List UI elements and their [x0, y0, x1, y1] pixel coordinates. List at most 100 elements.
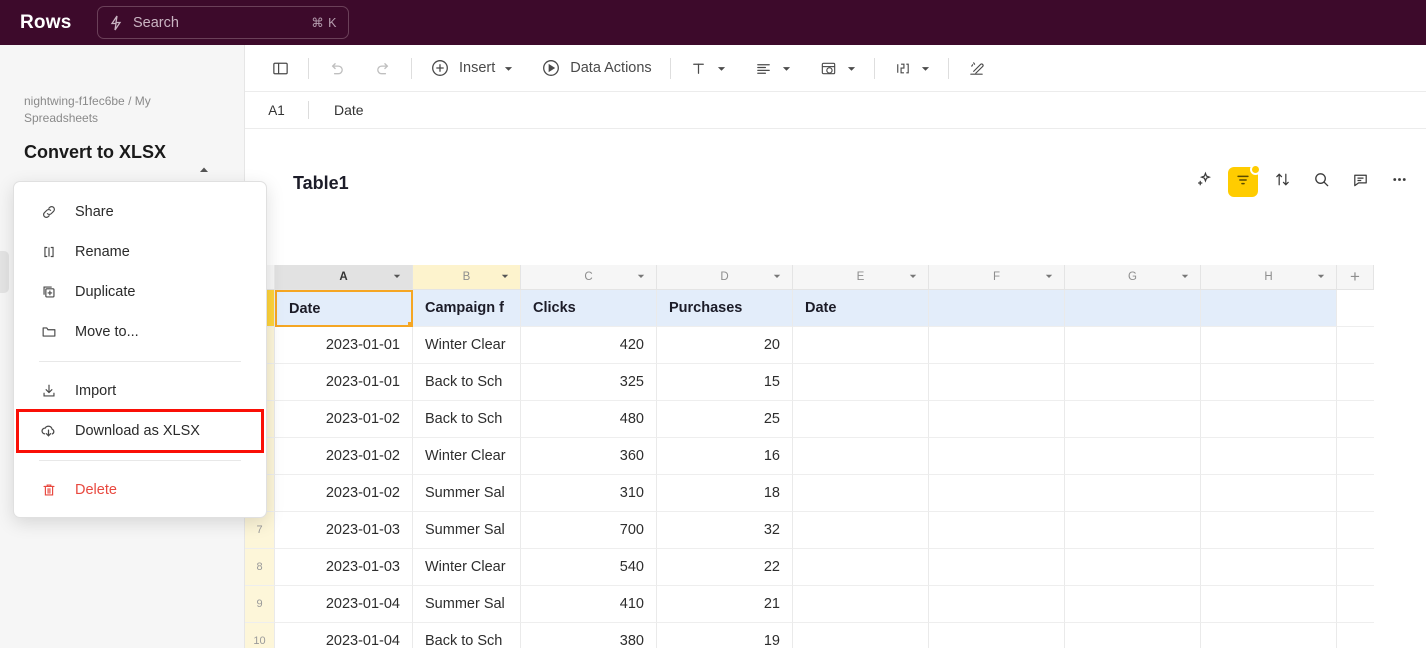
global-search-box[interactable]: Search ⌘ K	[97, 6, 349, 39]
data-cell[interactable]: 380	[521, 623, 657, 648]
row-number[interactable]: 8	[245, 549, 275, 586]
data-cell[interactable]	[1065, 586, 1201, 623]
menu-item-delete[interactable]: Delete	[14, 470, 266, 510]
data-cell[interactable]	[929, 549, 1065, 586]
data-cell[interactable]: 2023-01-04	[275, 623, 413, 648]
data-cell[interactable]	[929, 401, 1065, 438]
chevron-down-icon[interactable]	[1181, 271, 1189, 283]
data-cell[interactable]	[1065, 364, 1201, 401]
data-cell[interactable]: 2023-01-02	[275, 475, 413, 512]
data-cell[interactable]: 410	[521, 586, 657, 623]
data-cell[interactable]	[793, 623, 929, 648]
data-cell[interactable]	[793, 327, 929, 364]
data-cell[interactable]: Back to Sch	[413, 364, 521, 401]
data-cell[interactable]	[1065, 438, 1201, 475]
sort-button[interactable]	[1267, 167, 1297, 197]
data-cell[interactable]	[929, 438, 1065, 475]
data-cell[interactable]	[1065, 549, 1201, 586]
menu-item-download-as-xlsx[interactable]: Download as XLSX	[16, 409, 264, 453]
data-cell[interactable]	[793, 475, 929, 512]
table-title[interactable]: Table1	[293, 173, 349, 194]
data-cell[interactable]: 16	[657, 438, 793, 475]
panel-toggle-button[interactable]	[267, 53, 294, 83]
filter-button[interactable]	[1228, 164, 1261, 197]
data-cell[interactable]: 325	[521, 364, 657, 401]
data-cell[interactable]: 360	[521, 438, 657, 475]
data-cell[interactable]	[1201, 327, 1337, 364]
data-cell[interactable]	[1201, 512, 1337, 549]
column-header-d[interactable]: D	[657, 265, 793, 290]
data-cell[interactable]	[929, 623, 1065, 648]
data-cell[interactable]: 2023-01-02	[275, 438, 413, 475]
data-cell[interactable]: 2023-01-03	[275, 512, 413, 549]
data-cell[interactable]: Summer Sal	[413, 586, 521, 623]
data-cell[interactable]	[1065, 623, 1201, 648]
insert-button[interactable]: Insert	[426, 53, 517, 83]
data-cell[interactable]	[1065, 327, 1201, 364]
menu-item-rename[interactable]: Rename	[14, 232, 266, 272]
data-cell[interactable]: 2023-01-03	[275, 549, 413, 586]
table-search-button[interactable]	[1306, 167, 1336, 197]
column-header-c[interactable]: C	[521, 265, 657, 290]
clear-format-button[interactable]	[963, 53, 990, 83]
data-cell[interactable]	[929, 327, 1065, 364]
data-cell[interactable]	[793, 438, 929, 475]
column-header-f[interactable]: F	[929, 265, 1065, 290]
menu-item-move-to[interactable]: Move to...	[14, 312, 266, 352]
data-cell[interactable]	[929, 586, 1065, 623]
row-number[interactable]: 10	[245, 623, 275, 648]
redo-button[interactable]	[370, 53, 397, 83]
data-cell[interactable]: 2023-01-02	[275, 401, 413, 438]
column-header-b[interactable]: B	[413, 265, 521, 290]
data-cell[interactable]: 2023-01-04	[275, 586, 413, 623]
data-cell[interactable]: 25	[657, 401, 793, 438]
data-cell[interactable]: 310	[521, 475, 657, 512]
formula-input[interactable]: Date	[334, 102, 364, 118]
header-cell[interactable]: Campaign f	[413, 290, 521, 327]
menu-item-import[interactable]: Import	[14, 371, 266, 411]
data-cell[interactable]	[1201, 475, 1337, 512]
data-cell[interactable]	[793, 586, 929, 623]
number-format-button[interactable]	[889, 53, 934, 83]
data-cell[interactable]	[1065, 475, 1201, 512]
data-actions-button[interactable]: Data Actions	[537, 53, 655, 83]
data-cell[interactable]: 19	[657, 623, 793, 648]
data-cell[interactable]	[793, 549, 929, 586]
data-cell[interactable]: 2023-01-01	[275, 327, 413, 364]
chevron-down-icon[interactable]	[1045, 271, 1053, 283]
align-button[interactable]	[750, 53, 795, 83]
chevron-down-icon[interactable]	[1317, 271, 1325, 283]
data-cell[interactable]	[1065, 512, 1201, 549]
breadcrumb[interactable]: nightwing-f1fec6be / My Spreadsheets	[24, 93, 224, 127]
data-cell[interactable]	[793, 364, 929, 401]
header-cell[interactable]	[1201, 290, 1337, 327]
data-cell[interactable]: 700	[521, 512, 657, 549]
data-cell[interactable]	[929, 364, 1065, 401]
data-cell[interactable]: 15	[657, 364, 793, 401]
text-format-button[interactable]	[685, 53, 730, 83]
header-cell[interactable]: Purchases	[657, 290, 793, 327]
menu-item-duplicate[interactable]: Duplicate	[14, 272, 266, 312]
header-cell[interactable]: Clicks	[521, 290, 657, 327]
data-cell[interactable]: 20	[657, 327, 793, 364]
chevron-down-icon[interactable]	[501, 271, 509, 283]
data-cell[interactable]: 420	[521, 327, 657, 364]
column-header-e[interactable]: E	[793, 265, 929, 290]
chevron-down-icon[interactable]	[637, 271, 645, 283]
chevron-up-icon[interactable]	[196, 162, 212, 178]
data-cell[interactable]	[1201, 549, 1337, 586]
add-column-button[interactable]: +	[1337, 265, 1374, 290]
data-cell[interactable]: Back to Sch	[413, 401, 521, 438]
app-logo[interactable]: Rows	[20, 12, 71, 34]
chevron-down-icon[interactable]	[393, 271, 401, 283]
chevron-down-icon[interactable]	[909, 271, 917, 283]
fill-color-button[interactable]	[815, 53, 860, 83]
cell-reference[interactable]: A1	[245, 103, 308, 118]
data-cell[interactable]: Winter Clear	[413, 438, 521, 475]
data-cell[interactable]: Back to Sch	[413, 623, 521, 648]
data-cell[interactable]: 18	[657, 475, 793, 512]
data-cell[interactable]	[793, 512, 929, 549]
data-cell[interactable]	[1201, 364, 1337, 401]
header-cell[interactable]	[1065, 290, 1201, 327]
data-cell[interactable]	[1065, 401, 1201, 438]
